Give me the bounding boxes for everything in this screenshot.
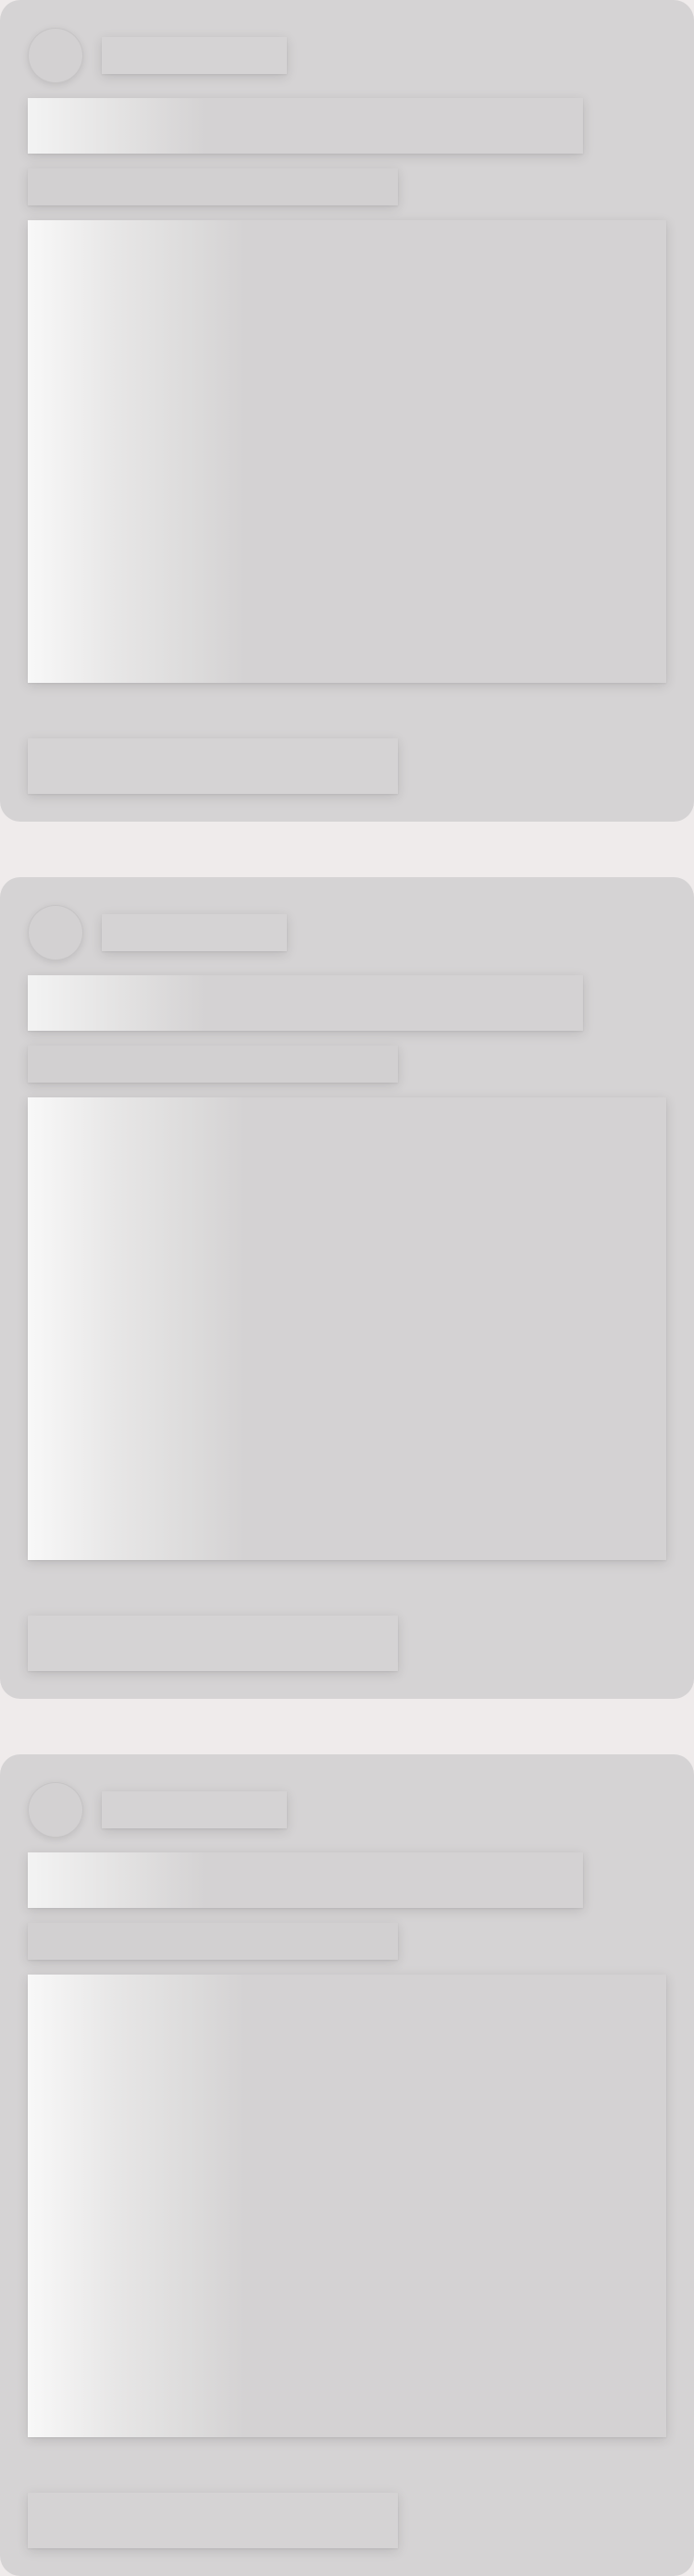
- author-name-placeholder: [102, 1791, 287, 1828]
- avatar-placeholder: [28, 1782, 83, 1838]
- avatar-placeholder: [28, 28, 83, 83]
- title-placeholder: [28, 975, 583, 1031]
- media-placeholder: [28, 1097, 666, 1560]
- skeleton-card: [0, 877, 694, 1699]
- avatar-placeholder: [28, 905, 83, 960]
- author-name-placeholder: [102, 914, 287, 951]
- footer-placeholder: [28, 1616, 398, 1671]
- footer-placeholder: [28, 2493, 398, 2548]
- subtitle-placeholder: [28, 1923, 398, 1960]
- skeleton-card: [0, 0, 694, 822]
- media-placeholder: [28, 1975, 666, 2437]
- media-placeholder: [28, 220, 666, 683]
- skeleton-card: [0, 1754, 694, 2576]
- footer-placeholder: [28, 738, 398, 794]
- subtitle-placeholder: [28, 1046, 398, 1083]
- skeleton-feed: [0, 0, 694, 2576]
- title-placeholder: [28, 98, 583, 154]
- title-placeholder: [28, 1852, 583, 1908]
- author-name-placeholder: [102, 37, 287, 74]
- subtitle-placeholder: [28, 168, 398, 205]
